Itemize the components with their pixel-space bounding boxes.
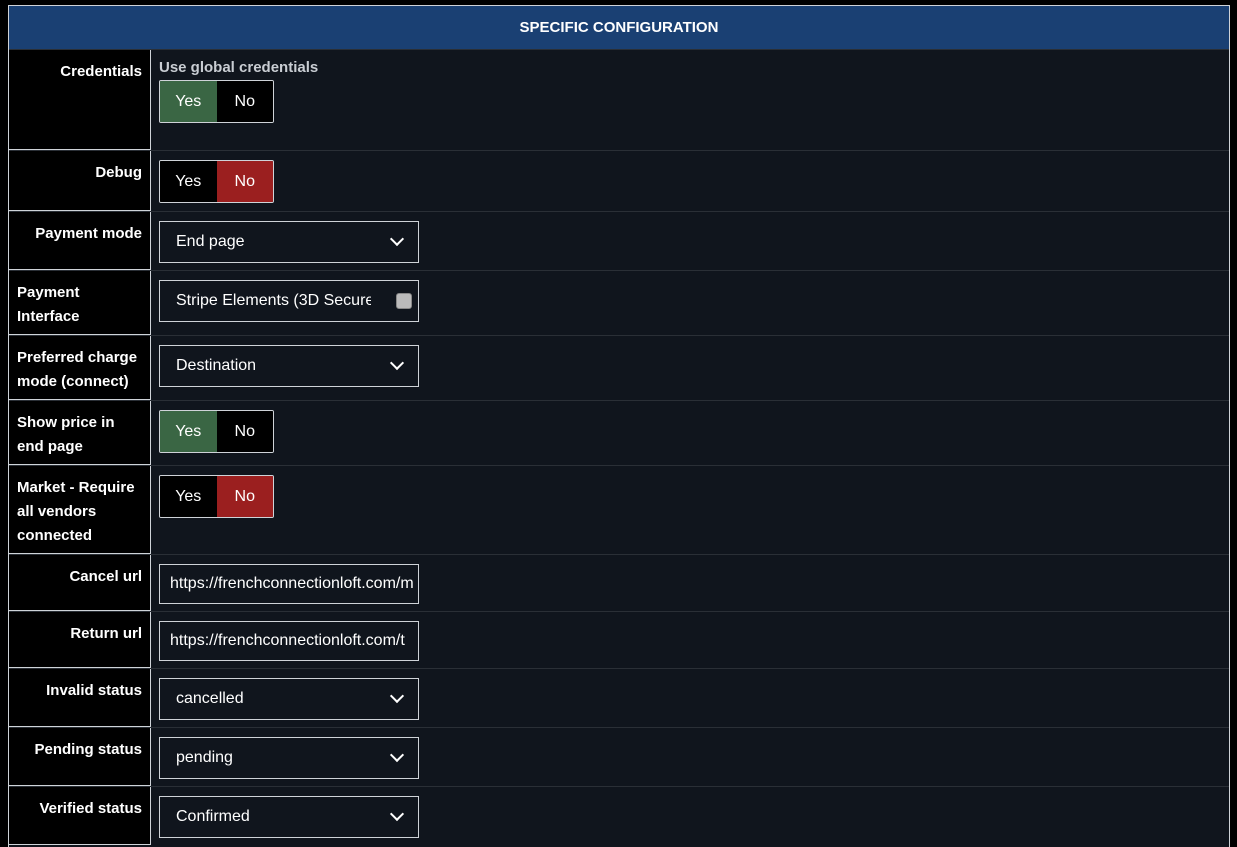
market-label: Market - Require all vendors connected xyxy=(9,466,151,554)
return-url-label: Return url xyxy=(9,612,151,668)
invalid-status-select[interactable]: cancelled xyxy=(159,678,419,720)
verified-status-select[interactable]: Confirmed xyxy=(159,796,419,838)
invalid-status-label: Invalid status xyxy=(9,669,151,727)
charge-mode-label: Preferred charge mode (connect) xyxy=(9,336,151,400)
row-charge-mode: Preferred charge mode (connect) Destinat… xyxy=(9,335,1229,400)
show-price-toggle[interactable]: Yes No xyxy=(159,410,274,453)
chevron-down-icon xyxy=(389,806,405,822)
market-yes[interactable]: Yes xyxy=(160,476,217,517)
chevron-down-icon xyxy=(389,688,405,704)
row-pending-status: Pending status pending xyxy=(9,727,1229,786)
show-price-label: Show price in end page xyxy=(9,401,151,465)
pending-status-value: pending xyxy=(176,749,233,766)
payment-mode-value: End page xyxy=(176,233,245,250)
cancel-url-label: Cancel url xyxy=(9,555,151,611)
market-toggle[interactable]: Yes No xyxy=(159,475,274,518)
charge-mode-select[interactable]: Destination xyxy=(159,345,419,387)
payment-interface-label: Payment Interface xyxy=(9,271,151,335)
debug-toggle[interactable]: Yes No xyxy=(159,160,274,203)
payment-interface-value: Stripe Elements (3D Secure) xyxy=(176,292,371,309)
extension-icon[interactable] xyxy=(396,293,412,309)
row-show-price: Show price in end page Yes No xyxy=(9,400,1229,465)
row-invalid-status: Invalid status cancelled xyxy=(9,668,1229,727)
use-global-credentials-label: Use global credentials xyxy=(159,59,319,76)
row-cancel-url: Cancel url https://frenchconnectionloft.… xyxy=(9,554,1229,611)
credentials-no[interactable]: No xyxy=(216,81,273,122)
payment-mode-select[interactable]: End page xyxy=(159,221,419,263)
invalid-status-value: cancelled xyxy=(176,690,244,707)
show-price-yes[interactable]: Yes xyxy=(160,411,217,452)
row-payment-interface: Payment Interface Stripe Elements (3D Se… xyxy=(9,270,1229,335)
verified-status-value: Confirmed xyxy=(176,808,250,825)
debug-no[interactable]: No xyxy=(216,161,273,202)
show-price-no[interactable]: No xyxy=(216,411,273,452)
panel-title: SPECIFIC CONFIGURATION xyxy=(9,6,1229,49)
chevron-down-icon xyxy=(389,231,405,247)
debug-yes[interactable]: Yes xyxy=(160,161,217,202)
credentials-label: Credentials xyxy=(9,50,151,150)
row-verified-status: Verified status Confirmed xyxy=(9,786,1229,845)
pending-status-label: Pending status xyxy=(9,728,151,786)
return-url-input[interactable]: https://frenchconnectionloft.com/t xyxy=(159,621,419,661)
chevron-down-icon xyxy=(389,355,405,371)
payment-interface-field[interactable]: Stripe Elements (3D Secure) xyxy=(159,280,419,322)
market-no[interactable]: No xyxy=(216,476,273,517)
charge-mode-value: Destination xyxy=(176,357,257,374)
specific-configuration-panel: SPECIFIC CONFIGURATION Credentials Use g… xyxy=(8,5,1230,847)
row-return-url: Return url https://frenchconnectionloft.… xyxy=(9,611,1229,668)
credentials-toggle[interactable]: Yes No xyxy=(159,80,274,123)
verified-status-label: Verified status xyxy=(9,787,151,845)
pending-status-select[interactable]: pending xyxy=(159,737,419,779)
credentials-yes[interactable]: Yes xyxy=(160,81,217,122)
row-payment-mode: Payment mode End page xyxy=(9,211,1229,270)
row-market: Market - Require all vendors connected Y… xyxy=(9,465,1229,554)
row-credentials: Credentials Use global credentials Yes No xyxy=(9,49,1229,150)
payment-mode-label: Payment mode xyxy=(9,212,151,270)
debug-label: Debug xyxy=(9,151,151,211)
chevron-down-icon xyxy=(389,747,405,763)
row-debug: Debug Yes No xyxy=(9,150,1229,211)
cancel-url-input[interactable]: https://frenchconnectionloft.com/m xyxy=(159,564,419,604)
